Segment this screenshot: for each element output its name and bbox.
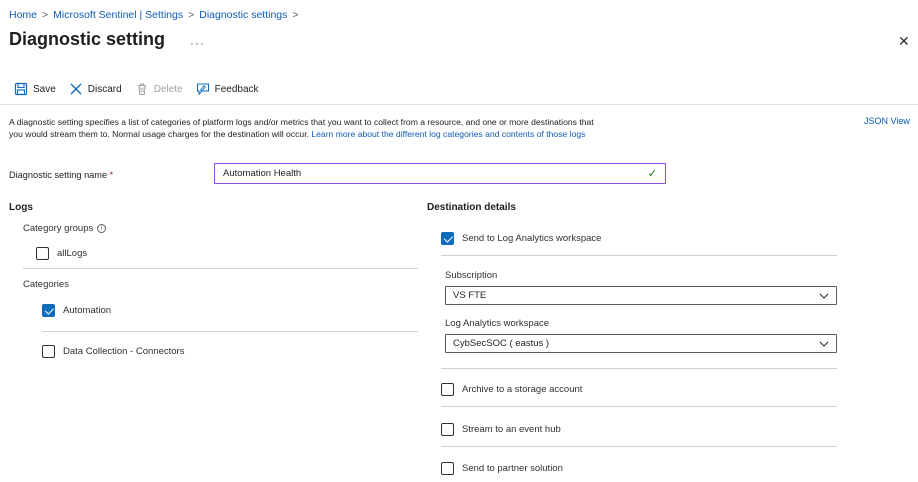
destination-divider	[441, 446, 837, 447]
data-collection-connectors-checkbox[interactable]	[42, 345, 55, 358]
event-hub-label: Stream to an event hub	[462, 424, 561, 435]
more-options-button[interactable]: ···	[190, 36, 205, 50]
chevron-down-icon	[819, 293, 829, 299]
checkbox-log-analytics[interactable]: Send to Log Analytics workspace	[441, 232, 601, 245]
breadcrumb: Home > Microsoft Sentinel | Settings > D…	[9, 9, 299, 21]
description: A diagnostic setting specifies a list of…	[9, 116, 594, 141]
destination-divider	[441, 406, 837, 407]
checkbox-all-logs[interactable]: allLogs	[36, 247, 87, 260]
category-groups-text: Category groups	[23, 223, 94, 234]
automation-label: Automation	[63, 305, 112, 316]
checkbox-event-hub[interactable]: Stream to an event hub	[441, 423, 561, 436]
subscription-select[interactable]: VS FTE	[445, 286, 837, 305]
log-analytics-checkbox[interactable]	[441, 232, 454, 245]
workspace-select[interactable]: CybSecSOC ( eastus )	[445, 334, 837, 353]
log-analytics-label: Send to Log Analytics workspace	[462, 233, 602, 244]
archive-storage-checkbox[interactable]	[441, 383, 454, 396]
save-label: Save	[33, 83, 56, 95]
delete-button[interactable]: Delete	[135, 82, 183, 96]
checkmark-icon: ✓	[647, 168, 657, 180]
setting-name-label: Diagnostic setting name *	[9, 170, 113, 180]
json-view-link[interactable]: JSON View	[864, 116, 910, 126]
checkbox-archive-storage[interactable]: Archive to a storage account	[441, 383, 582, 396]
page-title: Diagnostic setting	[9, 29, 166, 49]
breadcrumb-sentinel-settings[interactable]: Microsoft Sentinel | Settings	[53, 9, 183, 21]
feedback-button[interactable]: Feedback	[196, 82, 259, 96]
logs-title: Logs	[9, 202, 33, 213]
discard-label: Discard	[87, 83, 122, 95]
chevron-down-icon	[819, 341, 829, 347]
automation-checkbox[interactable]	[42, 304, 55, 317]
setting-name-label-text: Diagnostic setting name	[9, 170, 108, 180]
checkbox-automation[interactable]: Automation	[42, 304, 111, 317]
workspace-label: Log Analytics workspace	[445, 318, 550, 329]
categories-divider	[42, 331, 418, 332]
delete-label: Delete	[153, 83, 183, 95]
partner-solution-label: Send to partner solution	[462, 463, 563, 474]
archive-storage-label: Archive to a storage account	[462, 384, 583, 395]
breadcrumb-separator: >	[42, 9, 49, 21]
destination-title: Destination details	[427, 202, 516, 213]
feedback-icon	[196, 83, 209, 96]
learn-more-link[interactable]: Learn more about the different log categ…	[311, 129, 585, 139]
setting-name-input[interactable]: Automation Health ✓	[214, 163, 666, 184]
info-icon[interactable]: i	[97, 224, 107, 233]
all-logs-checkbox[interactable]	[36, 247, 49, 260]
category-groups-label: Category groups i	[23, 223, 107, 234]
destination-divider	[441, 368, 837, 369]
logs-divider	[23, 268, 418, 269]
close-icon[interactable]: ✕	[898, 33, 910, 50]
setting-name-value: Automation Health	[223, 168, 302, 179]
data-collection-connectors-label: Data Collection - Connectors	[63, 346, 185, 357]
subscription-label: Subscription	[445, 270, 498, 281]
all-logs-label: allLogs	[57, 248, 88, 259]
toolbar: Save Discard Delete Feedback	[14, 82, 259, 96]
breadcrumb-home[interactable]: Home	[9, 9, 37, 21]
workspace-value: CybSecSOC ( eastus )	[453, 338, 550, 349]
discard-icon	[70, 83, 82, 95]
categories-label: Categories	[23, 279, 69, 290]
breadcrumb-separator: >	[188, 9, 195, 21]
partner-solution-checkbox[interactable]	[441, 462, 454, 475]
breadcrumb-diagnostic-settings[interactable]: Diagnostic settings	[199, 9, 287, 21]
checkbox-partner-solution[interactable]: Send to partner solution	[441, 462, 563, 475]
breadcrumb-separator: >	[292, 9, 299, 21]
checkbox-data-collection-connectors[interactable]: Data Collection - Connectors	[42, 345, 184, 358]
event-hub-checkbox[interactable]	[441, 423, 454, 436]
save-icon	[14, 82, 28, 96]
destination-divider	[441, 255, 837, 256]
feedback-label: Feedback	[214, 83, 259, 95]
toolbar-divider	[0, 104, 918, 105]
discard-button[interactable]: Discard	[69, 82, 122, 96]
subscription-value: VS FTE	[453, 290, 487, 301]
trash-icon	[137, 83, 146, 95]
required-indicator: *	[109, 170, 114, 180]
save-button[interactable]: Save	[14, 82, 56, 96]
